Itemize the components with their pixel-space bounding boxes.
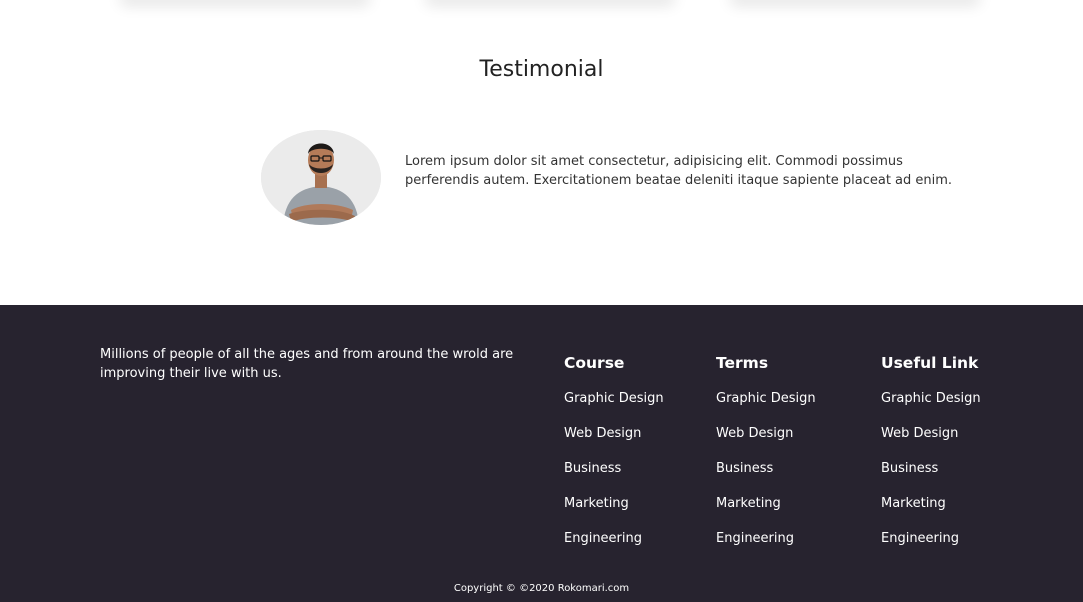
footer-column-heading: Course (564, 354, 625, 372)
footer-link[interactable]: Marketing (564, 496, 629, 511)
testimonial-title: Testimonial (479, 57, 604, 82)
footer-link[interactable]: Graphic Design (716, 391, 816, 406)
person-photo (261, 130, 381, 225)
footer: Millions of people of all the ages and f… (0, 305, 1083, 602)
testimonial-quote: Lorem ipsum dolor sit amet consectetur, … (405, 154, 953, 188)
avatar (261, 130, 381, 225)
footer-column-terms: Terms Graphic Design Web Design Business… (716, 353, 816, 564)
footer-link[interactable]: Web Design (564, 426, 641, 441)
footer-link[interactable]: Graphic Design (881, 391, 981, 406)
footer-column-heading: Terms (716, 354, 769, 372)
footer-link[interactable]: Business (881, 461, 938, 476)
footer-column-useful-link: Useful Link Graphic Design Web Design Bu… (881, 353, 981, 564)
copyright-text: Copyright © ©2020 Rokomari.com (453, 583, 630, 594)
testimonial-section: Testimonial Lorem ipsum dolor sit amet c… (0, 0, 1083, 305)
footer-about-text: Millions of people of all the ages and f… (100, 347, 514, 381)
footer-link[interactable]: Business (716, 461, 773, 476)
footer-link[interactable]: Engineering (564, 531, 642, 546)
footer-link[interactable]: Marketing (881, 496, 946, 511)
footer-column-heading: Useful Link (881, 354, 979, 372)
footer-link[interactable]: Web Design (716, 426, 793, 441)
footer-link[interactable]: Engineering (881, 531, 959, 546)
footer-link[interactable]: Marketing (716, 496, 781, 511)
footer-link[interactable]: Business (564, 461, 621, 476)
footer-link[interactable]: Web Design (881, 426, 958, 441)
footer-link[interactable]: Engineering (716, 531, 794, 546)
footer-column-course: Course Graphic Design Web Design Busines… (564, 353, 664, 564)
footer-link[interactable]: Graphic Design (564, 391, 664, 406)
